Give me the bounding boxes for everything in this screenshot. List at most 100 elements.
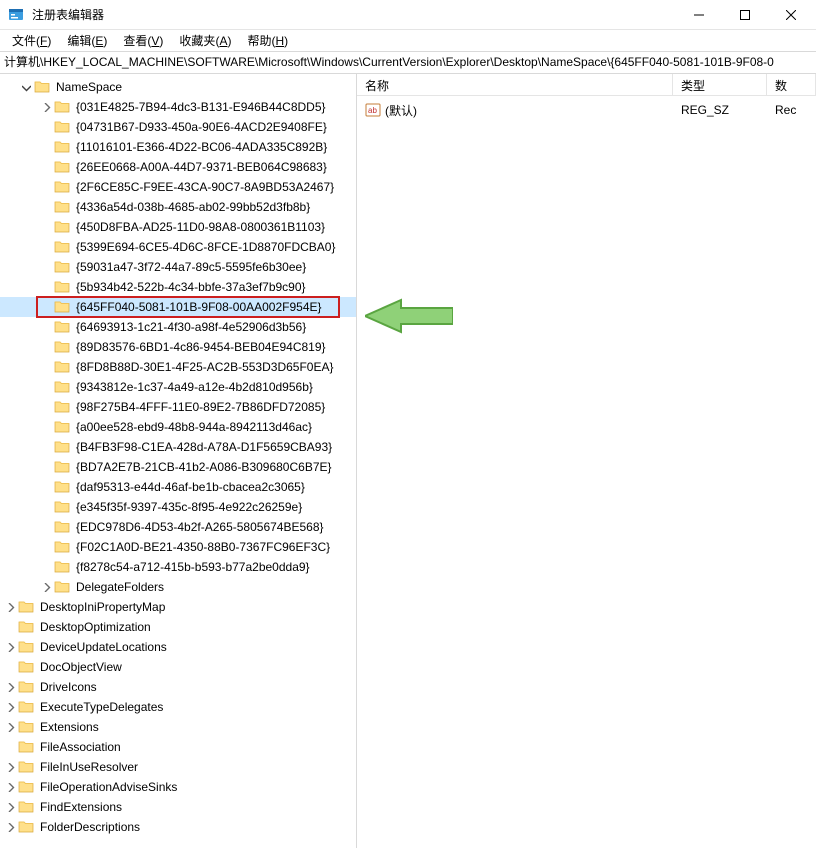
expand-toggle[interactable] (2, 679, 18, 695)
tree-node[interactable]: {B4FB3F98-C1EA-428d-A78A-D1F5659CBA93} (0, 437, 356, 457)
maximize-button[interactable] (722, 0, 768, 30)
tree-node[interactable]: {BD7A2E7B-21CB-41b2-A086-B309680C6B7E} (0, 457, 356, 477)
expand-toggle[interactable] (2, 719, 18, 735)
tree-node[interactable]: {5399E694-6CE5-4D6C-8FCE-1D8870FDCBA0} (0, 237, 356, 257)
close-button[interactable] (768, 0, 814, 30)
tree-node[interactable]: {F02C1A0D-BE21-4350-88B0-7367FC96EF3C} (0, 537, 356, 557)
tree-node[interactable]: {8FD8B88D-30E1-4F25-AC2B-553D3D65F0EA} (0, 357, 356, 377)
col-data[interactable]: 数 (767, 74, 816, 95)
tree-node-label: FileInUseResolver (38, 759, 140, 775)
tree-node-label: {daf95313-e44d-46af-be1b-cbacea2c3065} (74, 479, 307, 495)
tree-node[interactable]: {031E4825-7B94-4dc3-B131-E946B44C8DD5} (0, 97, 356, 117)
folder-icon (54, 540, 70, 554)
tree-node[interactable]: {645FF040-5081-101B-9F08-00AA002F954E} (0, 297, 356, 317)
expand-toggle[interactable] (2, 799, 18, 815)
tree-node-label: {F02C1A0D-BE21-4350-88B0-7367FC96EF3C} (74, 539, 332, 555)
tree-node-label: {EDC978D6-4D53-4b2f-A265-5805674BE568} (74, 519, 326, 535)
expand-toggle[interactable] (2, 639, 18, 655)
col-type[interactable]: 类型 (673, 74, 767, 95)
tree-node[interactable]: {f8278c54-a712-415b-b593-b77a2be0dda9} (0, 557, 356, 577)
menu-help[interactable]: 帮助(H) (239, 30, 296, 51)
tree-node[interactable]: {4336a54d-038b-4685-ab02-99bb52d3fb8b} (0, 197, 356, 217)
tree-node-label: FileOperationAdviseSinks (38, 779, 179, 795)
expand-toggle[interactable] (2, 599, 18, 615)
tree-node[interactable]: {e345f35f-9397-435c-8f95-4e922c26259e} (0, 497, 356, 517)
tree-node[interactable]: DesktopIniPropertyMap (0, 597, 356, 617)
folder-icon (54, 280, 70, 294)
tree-node[interactable]: NameSpace (0, 77, 356, 97)
tree-node[interactable]: {9343812e-1c37-4a49-a12e-4b2d810d956b} (0, 377, 356, 397)
expand-toggle[interactable] (38, 579, 54, 595)
tree-node[interactable]: {04731B67-D933-450a-90E6-4ACD2E9408FE} (0, 117, 356, 137)
menu-bar: 文件(F) 编辑(E) 查看(V) 收藏夹(A) 帮助(H) (0, 30, 816, 52)
tree-node[interactable]: {450D8FBA-AD25-11D0-98A8-0800361B1103} (0, 217, 356, 237)
tree-node-label: {2F6CE85C-F9EE-43CA-90C7-8A9BD53A2467} (74, 179, 336, 195)
tree-node[interactable]: {98F275B4-4FFF-11E0-89E2-7B86DFD72085} (0, 397, 356, 417)
address-bar[interactable]: 计算机\HKEY_LOCAL_MACHINE\SOFTWARE\Microsof… (0, 52, 816, 74)
folder-icon (54, 420, 70, 434)
expand-toggle[interactable] (38, 99, 54, 115)
tree-node[interactable]: {11016101-E366-4D22-BC06-4ADA335C892B} (0, 137, 356, 157)
tree-node[interactable]: {59031a47-3f72-44a7-89c5-5595fe6b30ee} (0, 257, 356, 277)
tree-node[interactable]: FindExtensions (0, 797, 356, 817)
tree-node-label: FileAssociation (38, 739, 123, 755)
tree-node-label: {26EE0668-A00A-44D7-9371-BEB064C98683} (74, 159, 329, 175)
folder-icon (54, 240, 70, 254)
tree-node-label: {645FF040-5081-101B-9F08-00AA002F954E} (74, 299, 324, 315)
folder-icon (18, 620, 34, 634)
minimize-button[interactable] (676, 0, 722, 30)
value-name: (默认) (385, 102, 417, 119)
folder-icon (18, 720, 34, 734)
expand-toggle[interactable] (2, 779, 18, 795)
folder-icon (18, 600, 34, 614)
tree-node[interactable]: {daf95313-e44d-46af-be1b-cbacea2c3065} (0, 477, 356, 497)
value-panel: 名称 类型 数 ab(默认)REG_SZRec (357, 74, 816, 848)
expand-toggle[interactable] (18, 79, 34, 95)
tree-node[interactable]: DriveIcons (0, 677, 356, 697)
folder-icon (54, 140, 70, 154)
column-headers: 名称 类型 数 (357, 74, 816, 96)
tree-node[interactable]: {26EE0668-A00A-44D7-9371-BEB064C98683} (0, 157, 356, 177)
tree-node[interactable]: FileInUseResolver (0, 757, 356, 777)
tree-node[interactable]: FileAssociation (0, 737, 356, 757)
tree-node-label: Extensions (38, 719, 101, 735)
title-bar: 注册表编辑器 (0, 0, 816, 30)
expand-toggle[interactable] (2, 819, 18, 835)
menu-file[interactable]: 文件(F) (4, 30, 59, 51)
menu-favorites[interactable]: 收藏夹(A) (171, 30, 239, 51)
maximize-icon (740, 10, 750, 20)
string-value-icon: ab (365, 102, 381, 118)
folder-icon (54, 580, 70, 594)
expand-toggle[interactable] (2, 699, 18, 715)
app-icon (8, 7, 24, 23)
tree-node[interactable]: {89D83576-6BD1-4c86-9454-BEB04E94C819} (0, 337, 356, 357)
tree-node-label: {a00ee528-ebd9-48b8-944a-8942113d46ac} (74, 419, 314, 435)
expand-toggle[interactable] (2, 759, 18, 775)
col-name[interactable]: 名称 (357, 74, 673, 95)
tree-node-label: FindExtensions (38, 799, 124, 815)
tree-node[interactable]: {2F6CE85C-F9EE-43CA-90C7-8A9BD53A2467} (0, 177, 356, 197)
value-data: Rec (767, 103, 816, 117)
tree-node[interactable]: {5b934b42-522b-4c34-bbfe-37a3ef7b9c90} (0, 277, 356, 297)
menu-edit[interactable]: 编辑(E) (59, 30, 115, 51)
tree-node[interactable]: {64693913-1c21-4f30-a98f-4e52906d3b56} (0, 317, 356, 337)
tree-node[interactable]: {EDC978D6-4D53-4b2f-A265-5805674BE568} (0, 517, 356, 537)
tree-node[interactable]: {a00ee528-ebd9-48b8-944a-8942113d46ac} (0, 417, 356, 437)
tree-node[interactable]: FolderDescriptions (0, 817, 356, 837)
tree-node[interactable]: DesktopOptimization (0, 617, 356, 637)
folder-icon (54, 440, 70, 454)
tree-node-label: DesktopOptimization (38, 619, 153, 635)
tree-node-label: {031E4825-7B94-4dc3-B131-E946B44C8DD5} (74, 99, 328, 115)
tree-node[interactable]: DocObjectView (0, 657, 356, 677)
tree-node[interactable]: DeviceUpdateLocations (0, 637, 356, 657)
tree-panel[interactable]: NameSpace {031E4825-7B94-4dc3-B131-E946B4… (0, 74, 357, 848)
menu-view[interactable]: 查看(V) (115, 30, 171, 51)
tree-node[interactable]: FileOperationAdviseSinks (0, 777, 356, 797)
tree-node-label: {BD7A2E7B-21CB-41b2-A086-B309680C6B7E} (74, 459, 334, 475)
folder-icon (54, 560, 70, 574)
minimize-icon (694, 10, 704, 20)
tree-node[interactable]: ExecuteTypeDelegates (0, 697, 356, 717)
tree-node[interactable]: Extensions (0, 717, 356, 737)
value-row[interactable]: ab(默认)REG_SZRec (357, 100, 816, 120)
tree-node[interactable]: DelegateFolders (0, 577, 356, 597)
